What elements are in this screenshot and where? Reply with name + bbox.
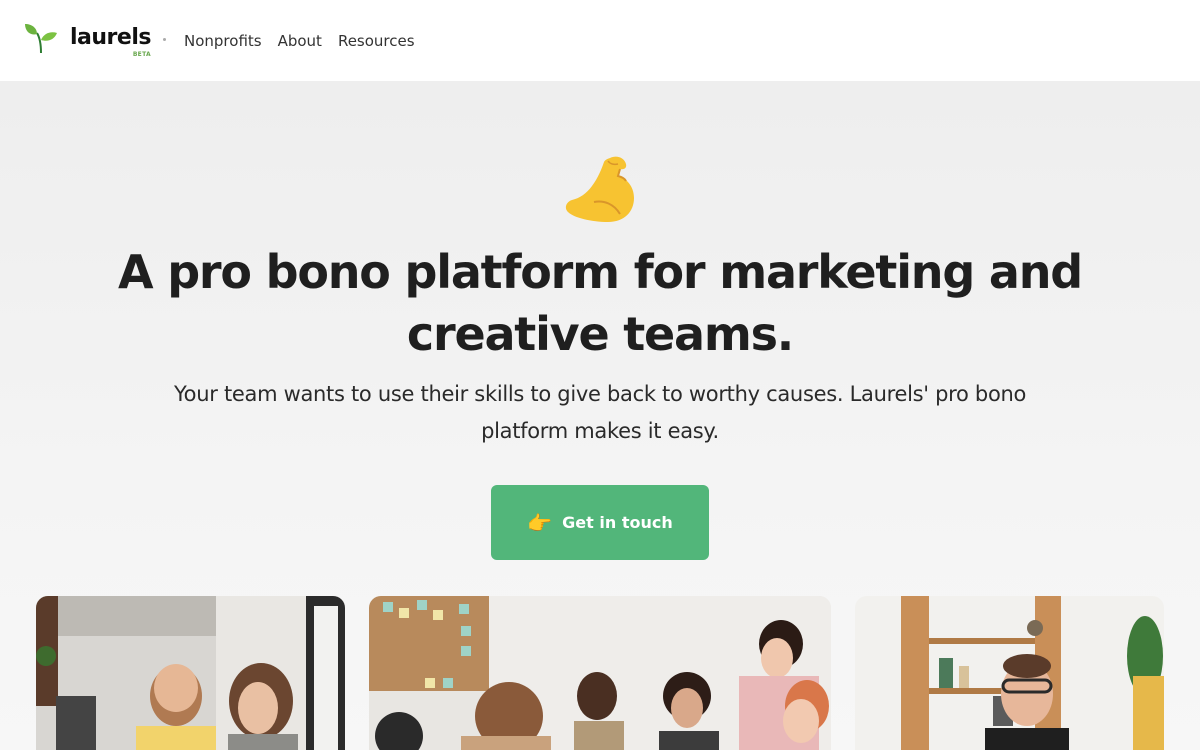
site-header: laurels BETA Nonprofits About Resources	[0, 0, 1200, 81]
hero-subtitle: Your team wants to use their skills to g…	[173, 382, 1027, 443]
hero-title: A pro bono platform for marketing and cr…	[117, 245, 1083, 361]
flexed-biceps-icon	[565, 156, 634, 222]
nav-separator	[163, 38, 166, 41]
nav-link-about[interactable]: About	[278, 31, 322, 51]
brand-name: laurels	[70, 25, 151, 50]
team-photo-meeting	[369, 596, 831, 750]
pointing-right-hand-icon: 👉	[527, 510, 553, 535]
nav-link-resources[interactable]: Resources	[338, 31, 415, 51]
hero-section: A pro bono platform for marketing and cr…	[0, 81, 1200, 750]
get-in-touch-label: Get in touch	[562, 513, 673, 532]
nav-link-nonprofits[interactable]: Nonprofits	[184, 31, 262, 51]
get-in-touch-button[interactable]: 👉 Get in touch	[491, 485, 709, 560]
sprout-icon	[25, 24, 57, 54]
brand-wordmark: laurels BETA	[70, 25, 151, 58]
brand-logo[interactable]: laurels BETA	[24, 22, 151, 58]
team-photo-office	[36, 596, 345, 750]
beta-badge: BETA	[132, 51, 151, 58]
team-photo-portrait	[855, 596, 1164, 750]
main-nav: Nonprofits About Resources	[184, 31, 415, 51]
